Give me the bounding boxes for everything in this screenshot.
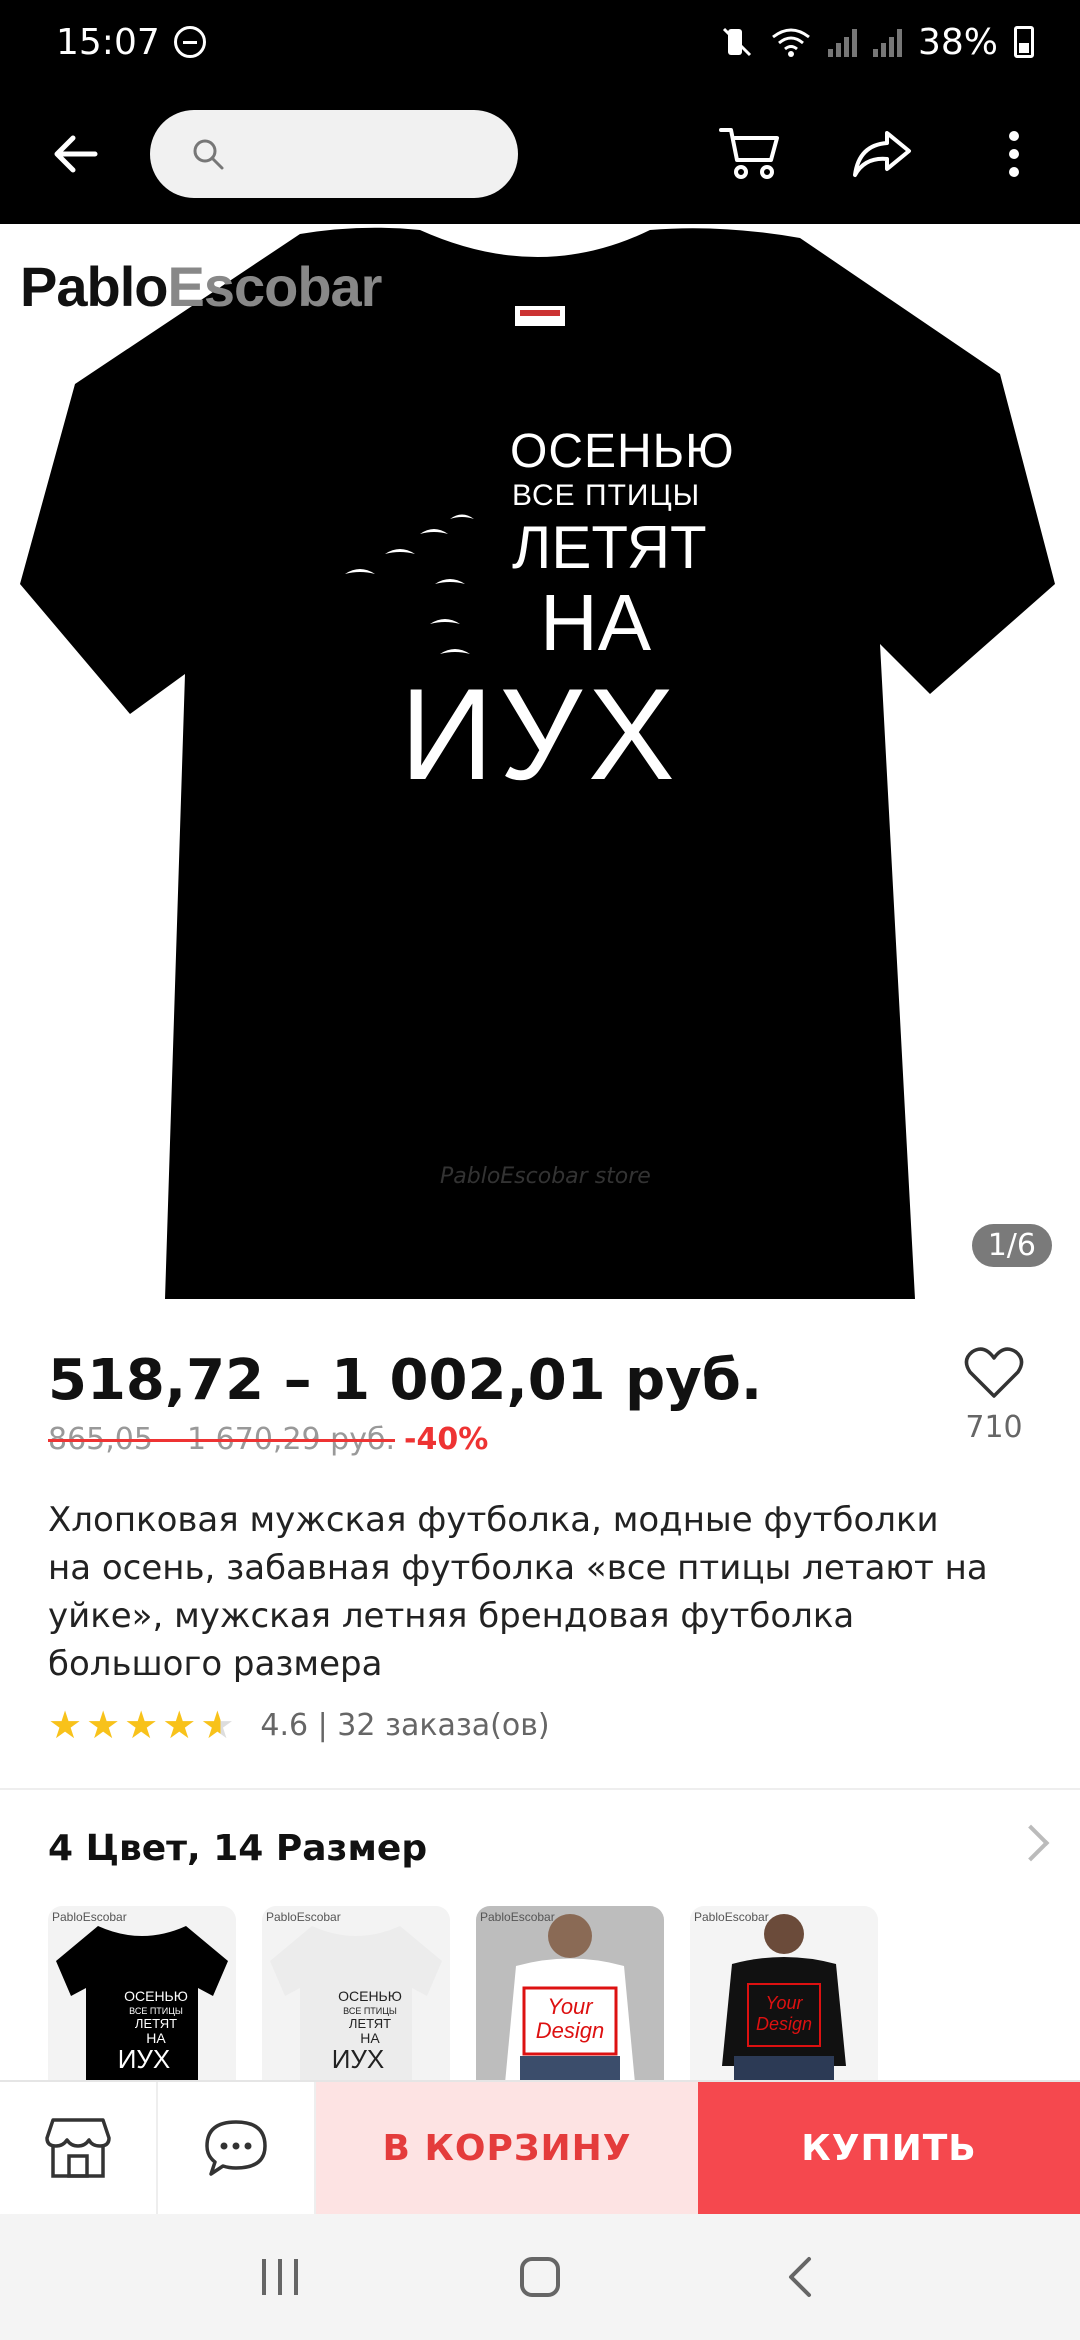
product-info: 518,72 – 1 002,01 руб. 865,05 – 1 670,29… bbox=[0, 1324, 1080, 1794]
star-icon: ★ bbox=[86, 1703, 121, 1747]
star-icon: ★ bbox=[48, 1703, 83, 1747]
heart-icon bbox=[964, 1347, 1024, 1398]
search-input[interactable] bbox=[150, 110, 518, 198]
svg-text:ЛЕТЯТ: ЛЕТЯТ bbox=[135, 2016, 177, 2031]
shirt-print-line: НА bbox=[540, 578, 652, 667]
svg-text:ИУХ: ИУХ bbox=[118, 2044, 171, 2074]
share-icon bbox=[853, 131, 911, 177]
battery-icon bbox=[1014, 26, 1034, 58]
person-thumb-image: Your Design bbox=[722, 1914, 846, 2094]
dnd-icon bbox=[173, 26, 206, 58]
app-bar bbox=[0, 84, 1080, 224]
thumb-brand: PabloEscobar bbox=[266, 1910, 341, 1924]
tshirt-thumb-image: ОСЕНЬЮ ВСЕ ПТИЦЫ ЛЕТЯТ НА ИУХ bbox=[56, 1926, 228, 2094]
brand-logo-part1: Pablo bbox=[20, 255, 168, 318]
variant-selector[interactable]: 4 Цвет, 14 Размер PabloEscobar ОСЕНЬЮ ВС… bbox=[0, 1800, 1080, 2094]
star-icon: ★ bbox=[124, 1703, 159, 1747]
rating-text: 4.6 | 32 заказа(ов) bbox=[260, 1707, 550, 1743]
shirt-print-line: ЛЕТЯТ bbox=[512, 514, 707, 581]
variant-thumb[interactable]: PabloEscobar Your Design bbox=[476, 1906, 664, 2094]
variants-title: 4 Цвет, 14 Размер bbox=[48, 1828, 428, 1869]
home-button[interactable] bbox=[480, 2227, 600, 2327]
variant-thumb[interactable]: PabloEscobar ОСЕНЬЮ ВСЕ ПТИЦЫ ЛЕТЯТ НА И… bbox=[262, 1906, 450, 2094]
chat-icon bbox=[205, 2120, 267, 2176]
bottom-action-bar: В КОРЗИНУ КУПИТЬ bbox=[0, 2080, 1080, 2214]
cart-button[interactable] bbox=[684, 84, 816, 224]
buy-now-button[interactable]: КУПИТЬ bbox=[698, 2082, 1080, 2214]
chat-button[interactable] bbox=[158, 2082, 316, 2214]
tshirt-thumb-image: ОСЕНЬЮ ВСЕ ПТИЦЫ ЛЕТЯТ НА ИУХ bbox=[270, 1926, 442, 2094]
share-button[interactable] bbox=[816, 84, 948, 224]
star-icon: ★ bbox=[162, 1703, 197, 1747]
svg-text:Your: Your bbox=[765, 1993, 803, 2013]
shirt-print-line: ВСЕ ПТИЦЫ bbox=[512, 479, 701, 512]
thumb-brand: PabloEscobar bbox=[694, 1910, 769, 1924]
brand-logo-part2: Escobar bbox=[167, 255, 382, 318]
svg-text:ВСЕ ПТИЦЫ: ВСЕ ПТИЦЫ bbox=[129, 2006, 183, 2016]
store-button[interactable] bbox=[0, 2082, 158, 2214]
status-bar: 15:07 38% bbox=[0, 0, 1080, 84]
old-price: 865,05 – 1 670,29 руб. bbox=[48, 1422, 396, 1457]
shirt-print-line: ОСЕНЬЮ bbox=[510, 425, 735, 478]
divider bbox=[0, 1788, 1080, 1790]
discount-badge: -40% bbox=[404, 1422, 489, 1457]
shirt-print-line: ИУХ bbox=[400, 661, 681, 807]
home-icon bbox=[520, 2257, 560, 2297]
image-counter: 1/6 bbox=[971, 1224, 1052, 1267]
add-to-cart-button[interactable]: В КОРЗИНУ bbox=[316, 2082, 698, 2214]
svg-text:Design: Design bbox=[536, 2018, 604, 2043]
rating-row[interactable]: ★ ★ ★ ★ ★ 4.6 | 32 заказа(ов) bbox=[48, 1706, 550, 1744]
back-button[interactable] bbox=[0, 84, 150, 224]
store-icon bbox=[45, 2118, 111, 2178]
variant-thumb[interactable]: PabloEscobar ОСЕНЬЮ ВСЕ ПТИЦЫ ЛЕТЯТ НА И… bbox=[48, 1906, 236, 2094]
current-price: 518,72 – 1 002,01 руб. bbox=[48, 1348, 763, 1413]
wishlist-button[interactable]: 710 bbox=[944, 1344, 1044, 1445]
svg-text:Your: Your bbox=[547, 1994, 594, 2019]
svg-text:ОСЕНЬЮ: ОСЕНЬЮ bbox=[124, 1988, 188, 2004]
variant-thumb[interactable]: PabloEscobar Your Design bbox=[690, 1906, 878, 2094]
nav-back-button[interactable] bbox=[740, 2227, 860, 2327]
svg-text:ЛЕТЯТ: ЛЕТЯТ bbox=[349, 2016, 391, 2031]
mute-icon bbox=[722, 27, 752, 57]
thumb-brand: PabloEscobar bbox=[480, 1910, 555, 1924]
chevron-right-icon bbox=[1012, 1824, 1050, 1862]
battery-text: 38% bbox=[917, 21, 998, 63]
product-image-carousel[interactable]: PabloEscobar ОСЕНЬЮ ВСЕ ПТИЦЫ ЛЕТЯТ НА И… bbox=[0, 224, 1080, 1324]
thumb-brand: PabloEscobar bbox=[52, 1910, 127, 1924]
more-options-button[interactable] bbox=[948, 84, 1080, 224]
recents-button[interactable] bbox=[220, 2227, 340, 2327]
cart-icon bbox=[719, 128, 779, 179]
system-nav-bar bbox=[0, 2214, 1080, 2340]
svg-text:ВСЕ ПТИЦЫ: ВСЕ ПТИЦЫ bbox=[343, 2006, 397, 2016]
signal-icon bbox=[872, 27, 902, 57]
search-icon bbox=[193, 139, 224, 170]
svg-text:ИУХ: ИУХ bbox=[332, 2044, 385, 2074]
svg-text:ОСЕНЬЮ: ОСЕНЬЮ bbox=[338, 1988, 402, 2004]
wifi-icon bbox=[772, 28, 810, 57]
status-time: 15:07 bbox=[56, 21, 160, 63]
signal-icon bbox=[827, 27, 857, 57]
shirt-print: ОСЕНЬЮ ВСЕ ПТИЦЫ ЛЕТЯТ НА ИУХ bbox=[400, 424, 735, 807]
image-watermark: PabloEscobar store bbox=[440, 1164, 651, 1189]
rating-stars: ★ ★ ★ ★ ★ bbox=[48, 1706, 234, 1744]
brand-logo: PabloEscobar bbox=[20, 254, 382, 319]
more-vert-icon bbox=[1009, 131, 1019, 177]
svg-text:Design: Design bbox=[756, 2014, 812, 2034]
back-arrow-icon bbox=[54, 135, 98, 173]
back-icon bbox=[789, 2257, 811, 2297]
person-thumb-image: Your Design bbox=[504, 1914, 636, 2094]
product-title: Хлопковая мужская футболка, модные футбо… bbox=[48, 1500, 988, 1684]
star-half-icon: ★ bbox=[200, 1703, 235, 1747]
wishlist-count: 710 bbox=[965, 1410, 1023, 1445]
recents-icon bbox=[262, 2259, 298, 2295]
